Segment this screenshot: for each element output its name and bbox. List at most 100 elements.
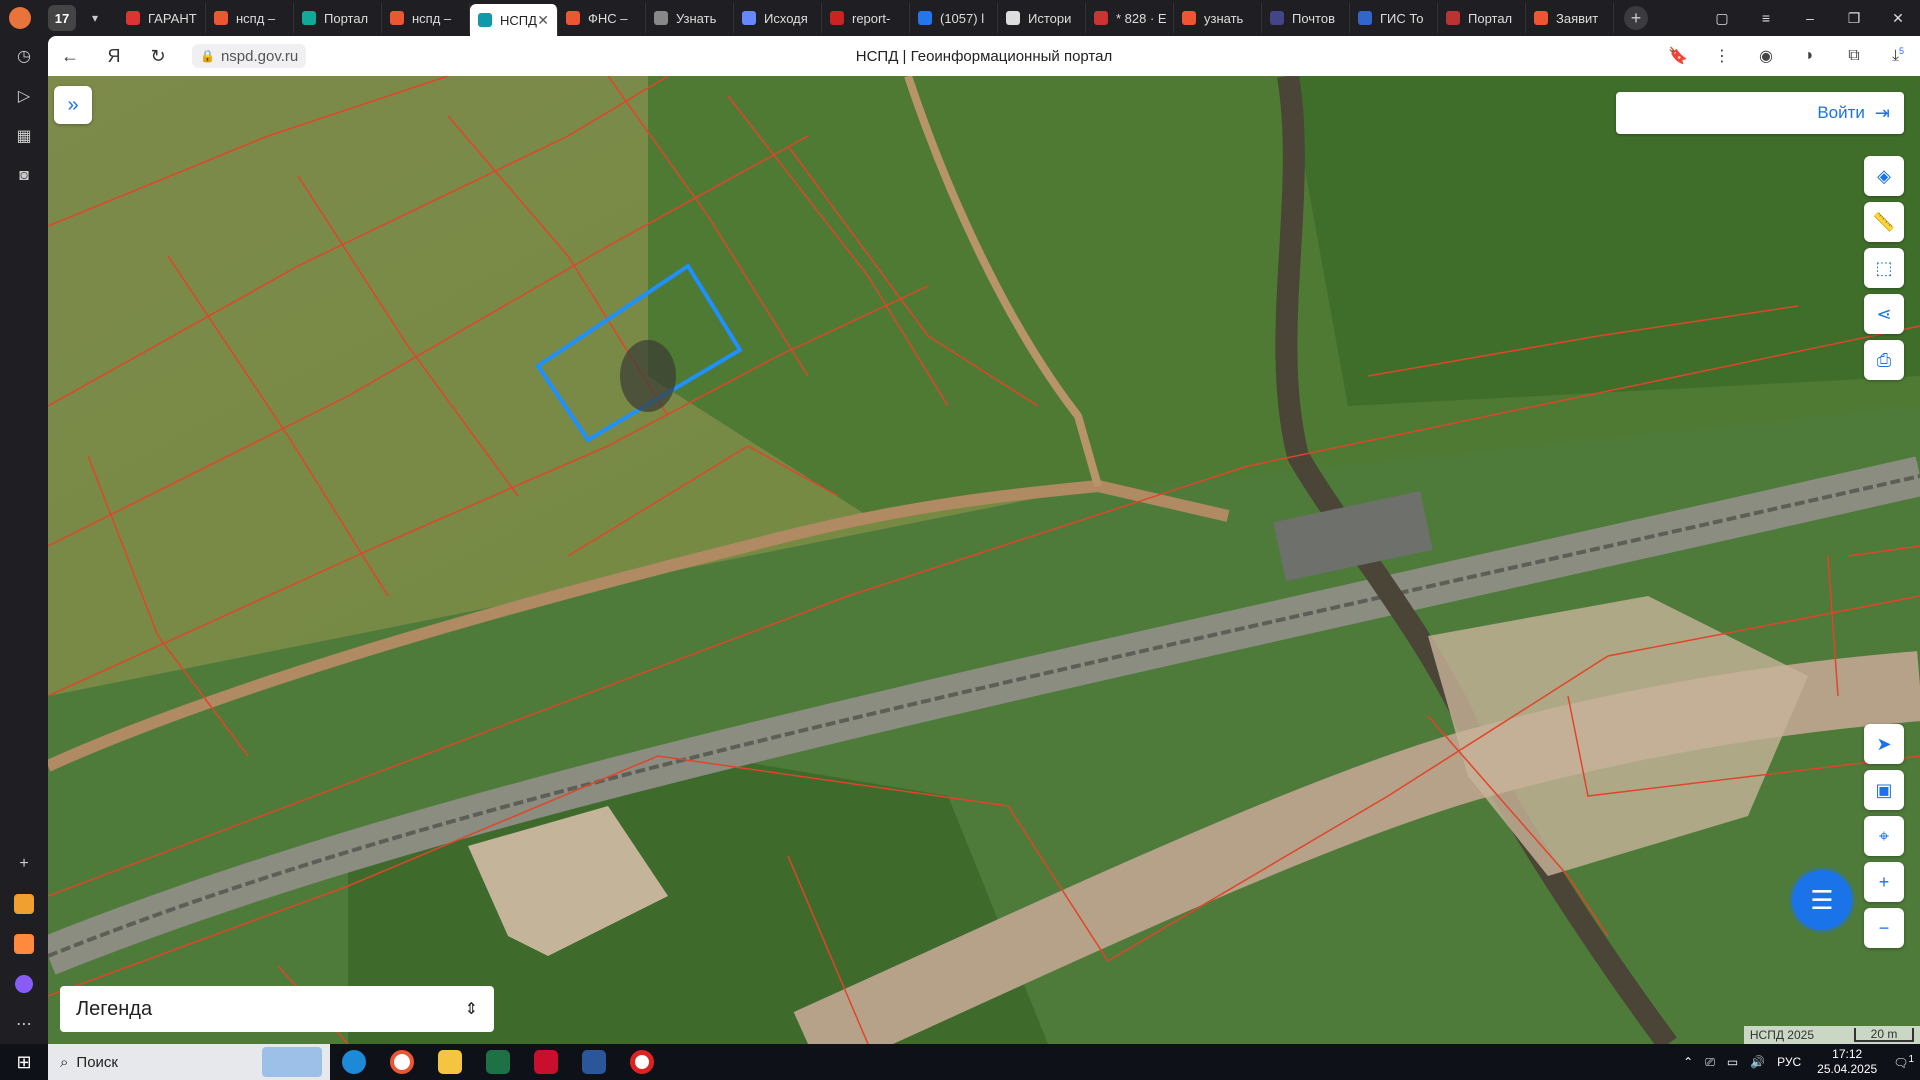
network-icon[interactable]: ▭ <box>1721 1055 1744 1069</box>
play-icon[interactable]: ▷ <box>0 76 48 116</box>
extension-icon[interactable]: ◉ <box>1744 46 1788 66</box>
tab-2[interactable]: Портал <box>294 3 382 33</box>
login-button[interactable]: Войти ⇥ <box>1616 92 1904 134</box>
address-bar: ← Я ↻ 🔒 nspd.gov.ru НСПД | Геоинформацион… <box>48 36 1920 76</box>
notifications-icon[interactable]: 🗨1 <box>1887 1054 1920 1070</box>
tab-label: нспд – <box>236 10 276 26</box>
downloads-icon[interactable]: ⤓5 <box>1876 46 1920 65</box>
clock-time: 17:12 <box>1832 1047 1863 1061</box>
word-icon[interactable] <box>570 1044 618 1080</box>
locate-me-button[interactable]: ➤ <box>1864 724 1904 764</box>
vpn-icon[interactable]: ◗ <box>1788 47 1832 65</box>
clock[interactable]: 17:12 25.04.2025 <box>1807 1047 1887 1077</box>
tab-12[interactable]: узнать <box>1174 3 1262 33</box>
tab-favicon-icon <box>214 11 228 25</box>
screenshot-icon[interactable]: ◙ <box>0 156 48 196</box>
tab-favicon-icon <box>742 11 756 25</box>
minimap-button[interactable]: ▣ <box>1864 770 1904 810</box>
history-icon[interactable]: ◷ <box>0 36 48 76</box>
excel-icon[interactable] <box>474 1044 522 1080</box>
edge-icon[interactable] <box>330 1044 378 1080</box>
collections-icon[interactable]: ▢ <box>1700 10 1744 27</box>
volume-icon[interactable]: 🔊 <box>1744 1055 1771 1069</box>
tab-8[interactable]: report- <box>822 3 910 33</box>
chevron-up-icon[interactable]: ⌃ <box>1677 1055 1699 1069</box>
map-view[interactable]: » Войти ⇥ ◈ 📏 ⬚ ⋖ ⎙ ➤ ▣ ⌖ + − ☰ Легенда … <box>48 76 1920 1044</box>
tab-label: НСПД <box>500 12 537 28</box>
area-select-button[interactable]: ⬚ <box>1864 248 1904 288</box>
tab-label: нспд – <box>412 10 452 26</box>
more-icon[interactable]: ⋯ <box>0 1004 48 1044</box>
search-location-button[interactable]: ⌖ <box>1864 816 1904 856</box>
share-button[interactable]: ⋖ <box>1864 294 1904 334</box>
bookmarks-panel-icon[interactable]: ⧉ <box>1832 47 1876 65</box>
chevron-down-icon[interactable]: ▾ <box>82 5 108 31</box>
scale-bar: 20 m <box>1854 1028 1914 1042</box>
url-text: nspd.gov.ru <box>220 47 299 65</box>
meet-icon[interactable]: ⎚ <box>1699 1055 1721 1070</box>
layers-button[interactable]: ◈ <box>1864 156 1904 196</box>
bookmark-icon[interactable]: 🔖 <box>1656 46 1700 66</box>
file-explorer-icon[interactable] <box>426 1044 474 1080</box>
satellite-map[interactable] <box>48 76 1920 1044</box>
ruler-button[interactable]: 📏 <box>1864 202 1904 242</box>
menu-icon[interactable]: ≡ <box>1744 10 1788 26</box>
tab-10[interactable]: Истори <box>998 3 1086 33</box>
tab-14[interactable]: ГИС То <box>1350 3 1438 33</box>
print-button[interactable]: ⎙ <box>1864 340 1904 380</box>
alice-icon[interactable] <box>0 964 48 1004</box>
tab-16[interactable]: Заявит <box>1526 3 1614 33</box>
expand-panel-button[interactable]: » <box>54 86 92 124</box>
windows-start-icon[interactable]: ⊞ <box>0 1044 48 1080</box>
tab-1[interactable]: нспд – <box>206 3 294 33</box>
add-panel-icon[interactable]: + <box>0 844 48 884</box>
restore-button[interactable]: ❐ <box>1832 10 1876 27</box>
tab-count-button[interactable]: 17 <box>48 5 76 31</box>
tab-9[interactable]: (1057) l <box>910 3 998 33</box>
tab-favicon-icon <box>1270 11 1284 25</box>
taskbar-search[interactable]: ⌕ Поиск <box>48 1044 330 1080</box>
tab-favicon-icon <box>126 11 140 25</box>
yandex-logo-icon[interactable] <box>0 0 40 36</box>
back-button[interactable]: ← <box>48 36 92 76</box>
tab-11[interactable]: * 828 · E <box>1086 3 1174 33</box>
app-red-icon[interactable] <box>522 1044 570 1080</box>
yandex-browser-icon[interactable] <box>378 1044 426 1080</box>
search-highlight-icon <box>262 1047 322 1077</box>
app-icon-orange[interactable] <box>0 884 48 924</box>
kebab-menu-icon[interactable]: ⋮ <box>1700 46 1744 66</box>
url-field[interactable]: 🔒 nspd.gov.ru <box>192 44 307 68</box>
calendar-icon[interactable]: ▦ <box>0 116 48 156</box>
tab-7[interactable]: Исходя <box>734 3 822 33</box>
chat-button[interactable]: ☰ <box>1792 870 1852 930</box>
tab-6[interactable]: Узнать <box>646 3 734 33</box>
login-icon: ⇥ <box>1874 102 1890 123</box>
minimize-button[interactable]: – <box>1788 10 1832 26</box>
close-tab-icon[interactable]: ✕ <box>537 12 549 29</box>
tab-5[interactable]: ФНС – <box>558 3 646 33</box>
tab-3[interactable]: нспд – <box>382 3 470 33</box>
tab-label: Портал <box>1468 10 1513 26</box>
chevron-updown-icon[interactable]: ⇕ <box>465 999 478 1019</box>
page-title: НСПД | Геоинформационный портал <box>855 47 1113 65</box>
new-tab-button[interactable]: + <box>1624 6 1648 30</box>
tab-4[interactable]: НСПД ✕ <box>470 4 558 36</box>
browser-tab-bar: 17 ▾ ГАРАНТ нспд – Портал нспд – НСПД ✕ ФНС – У… <box>0 0 1920 36</box>
tab-13[interactable]: Почтов <box>1262 3 1350 33</box>
tab-label: Исходя <box>764 10 808 26</box>
app-icon-games[interactable] <box>0 924 48 964</box>
reload-button[interactable]: ↻ <box>136 36 180 76</box>
yandex-button[interactable]: Я <box>92 36 136 76</box>
tab-15[interactable]: Портал <box>1438 3 1526 33</box>
tab-label: ФНС – <box>588 10 628 26</box>
search-icon: ⌕ <box>60 1053 69 1071</box>
tab-0[interactable]: ГАРАНТ <box>118 3 206 33</box>
tab-label: Истори <box>1028 10 1072 26</box>
zoom-out-button[interactable]: − <box>1864 908 1904 948</box>
close-window-button[interactable]: ✕ <box>1876 10 1920 27</box>
tab-favicon-icon <box>1182 11 1196 25</box>
language-indicator[interactable]: РУС <box>1771 1055 1807 1069</box>
zoom-in-button[interactable]: + <box>1864 862 1904 902</box>
legend-panel[interactable]: Легенда ⇕ <box>60 986 494 1032</box>
app-c-icon[interactable] <box>618 1044 666 1080</box>
